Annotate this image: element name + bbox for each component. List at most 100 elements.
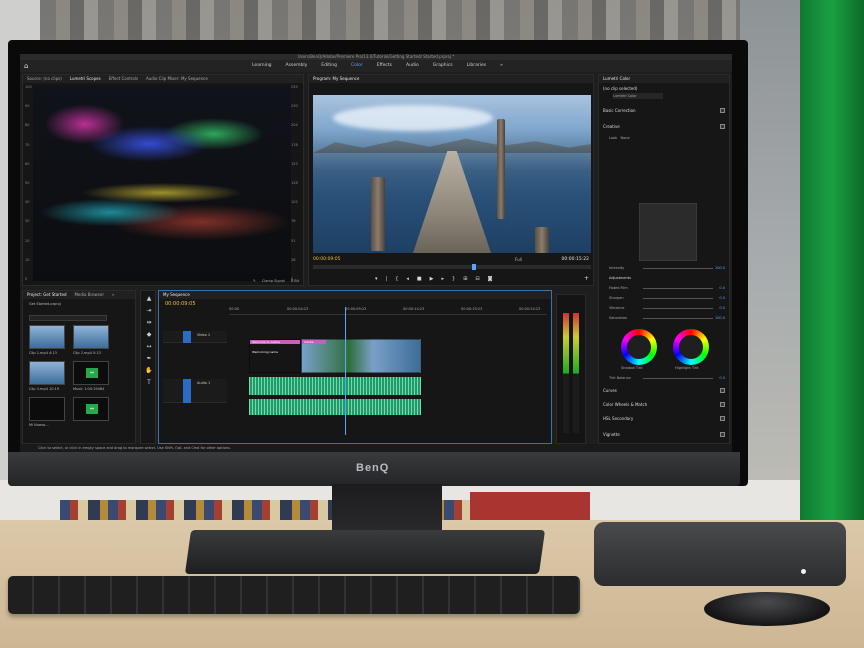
project-item-thumbnail[interactable] — [73, 325, 109, 349]
adjustment-row[interactable]: Saturation 100.0 — [609, 315, 727, 321]
section-curves[interactable]: Curves — [603, 387, 727, 395]
selection-tool-icon[interactable]: ▲ — [145, 295, 153, 303]
look-select[interactable]: None — [621, 136, 630, 140]
source-panel-tab[interactable]: Source: (no clips) — [27, 75, 62, 83]
slip-tool-icon[interactable]: ↔ — [145, 343, 153, 351]
program-timecode[interactable]: 00:00:09:05 — [313, 257, 340, 262]
lumetri-tab[interactable]: Lumetri Color — [603, 75, 630, 83]
enable-checkbox[interactable] — [720, 402, 725, 407]
look-preview[interactable] — [639, 203, 697, 261]
enable-checkbox[interactable] — [720, 416, 725, 421]
timeline-playhead[interactable] — [345, 307, 346, 435]
look-row[interactable]: Look None — [609, 135, 727, 141]
project-item-thumbnail[interactable] — [29, 325, 65, 349]
timeline-ruler[interactable]: 00:00 00:00:04:23 00:00:09:23 00:00:14:23 00… — [229, 307, 547, 315]
project-panel-tab[interactable]: Media Browser — [74, 291, 104, 299]
enable-checkbox[interactable] — [720, 388, 725, 393]
bookshelf-top — [40, 0, 740, 40]
razor-tool-icon[interactable]: ◆ — [145, 331, 153, 339]
sequence-tab[interactable]: My Sequence — [163, 291, 190, 299]
workspace-tab[interactable]: Assembly — [286, 60, 308, 72]
timeline-clip-video[interactable]: Adobe — [301, 339, 421, 373]
mark-in-icon[interactable]: ▾ — [375, 275, 378, 283]
project-item-thumbnail[interactable]: ⇔ — [73, 361, 109, 385]
adjustment-row[interactable]: Faded Film 0.0 — [609, 285, 727, 291]
source-panel-tab[interactable]: Effect Controls — [109, 75, 138, 83]
timeline-clip-title[interactable]: Welcome to Adobe Welcoming name — [249, 339, 301, 373]
scope-scale-label: 76 — [291, 219, 296, 224]
scope-scale-label: 26 — [291, 257, 296, 262]
go-to-out-icon[interactable]: } — [452, 275, 455, 283]
source-panel-tab[interactable]: Lumetri Scopes — [70, 75, 101, 83]
project-panel-tab[interactable]: » — [112, 291, 114, 299]
home-icon[interactable]: ⌂ — [24, 62, 32, 70]
timeline-audio-clip[interactable] — [249, 399, 421, 415]
workspace-tab[interactable]: Color — [351, 60, 363, 72]
play-icon[interactable]: ▶ — [430, 275, 434, 283]
scope-scale-label: 50 — [25, 180, 30, 185]
scope-scale-label: 204 — [291, 123, 298, 128]
track-target[interactable] — [183, 331, 191, 343]
project-item-thumbnail[interactable] — [29, 397, 65, 421]
hand-tool-icon[interactable]: ✋ — [145, 367, 153, 375]
adjustment-row[interactable]: Sharpen 0.0 — [609, 295, 727, 301]
step-forward-icon[interactable]: ▸ — [442, 275, 445, 283]
camera-icon[interactable]: ◙ — [488, 275, 493, 283]
program-tab[interactable]: Program: My Sequence — [313, 75, 359, 83]
ripple-edit-tool-icon[interactable]: ⇹ — [145, 319, 153, 327]
track-target[interactable] — [183, 379, 191, 403]
workspace-tab[interactable]: Graphics — [433, 60, 453, 72]
track-select-tool-icon[interactable]: ⇥ — [145, 307, 153, 315]
program-scrub-bar[interactable] — [313, 265, 591, 269]
workspace-tab[interactable]: Libraries — [467, 60, 486, 72]
workspace-bar: ⌂ Learning Assembly Editing Color Effects Aud… — [20, 60, 732, 72]
highlight-tint-wheel[interactable] — [673, 329, 709, 365]
project-search-input[interactable] — [29, 315, 107, 321]
clamp-signal-checkbox[interactable]: Clamp Signal — [262, 279, 285, 285]
workspace-tab[interactable]: Learning — [252, 60, 272, 72]
clip-effect-dropdown[interactable]: Lumetri Color — [613, 93, 663, 99]
timeline-header: My Sequence — [159, 291, 551, 299]
mark-out-icon[interactable]: | — [386, 275, 388, 283]
source-panel-tab[interactable]: Audio Clip Mixer: My Sequence — [146, 75, 208, 83]
section-basic-correction[interactable]: Basic Correction — [603, 107, 727, 115]
workspace-tab[interactable]: Editing — [321, 60, 337, 72]
bit-depth[interactable]: 8 Bit — [291, 279, 299, 285]
step-back-icon[interactable]: ◂ — [406, 275, 409, 283]
enable-checkbox[interactable] — [720, 432, 725, 437]
workspace-tab[interactable]: Audio — [406, 60, 419, 72]
ruler-tick-label: 00:00:09:23 — [345, 307, 367, 311]
intensity-row[interactable]: Intensity 100.0 — [609, 265, 727, 271]
section-hsl-secondary[interactable]: HSL Secondary — [603, 415, 727, 423]
wrench-icon[interactable]: ✎ — [253, 279, 256, 285]
timeline-audio-clip[interactable] — [249, 377, 421, 395]
workspace-tab[interactable]: Effects — [377, 60, 392, 72]
adjustments-toggle[interactable]: Adjustments — [609, 275, 727, 281]
workspace-tab[interactable]: » — [500, 60, 503, 72]
overwrite-icon[interactable]: ⊟ — [475, 275, 479, 283]
add-button-icon[interactable]: + — [584, 275, 589, 283]
insert-icon[interactable]: ⊞ — [463, 275, 467, 283]
section-color-wheels[interactable]: Color Wheels & Match — [603, 401, 727, 409]
shadow-tint-wheel[interactable] — [621, 329, 657, 365]
enable-checkbox[interactable] — [720, 124, 725, 129]
tint-balance-row[interactable]: Tint Balance 0.0 — [609, 375, 727, 381]
track-header-video[interactable]: Video 1 — [163, 331, 227, 343]
program-playhead[interactable] — [472, 264, 477, 270]
type-tool-icon[interactable]: T — [145, 379, 153, 387]
scope-scale-label: 60 — [25, 161, 30, 166]
adjustment-row[interactable]: Vibrance 0.0 — [609, 305, 727, 311]
stop-icon[interactable]: ■ — [417, 275, 422, 283]
pier-post — [371, 177, 385, 251]
timeline-timecode[interactable]: 00:00:09:05 — [165, 301, 196, 307]
enable-checkbox[interactable] — [720, 108, 725, 113]
track-header-audio[interactable]: Audio 1 — [163, 379, 227, 403]
pen-tool-icon[interactable]: ✒ — [145, 355, 153, 363]
project-item-thumbnail[interactable]: ⇔ — [73, 397, 109, 421]
project-panel-tab[interactable]: Project: Get Started — [27, 291, 66, 299]
section-creative[interactable]: Creative — [603, 123, 727, 131]
go-to-in-icon[interactable]: { — [395, 275, 398, 283]
project-item-thumbnail[interactable] — [29, 361, 65, 385]
resolution-select[interactable]: Full — [515, 257, 522, 262]
section-vignette[interactable]: Vignette — [603, 431, 727, 439]
